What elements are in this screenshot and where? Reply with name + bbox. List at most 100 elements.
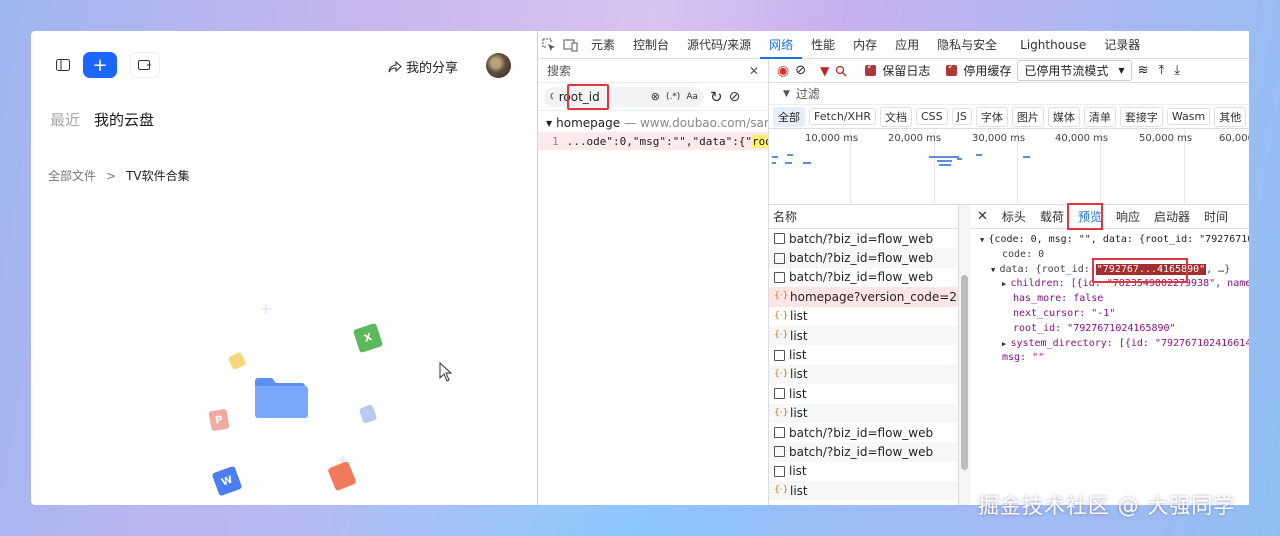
json-system-dir-line[interactable]: ▶ system_directory: [{id: "7927671024166…: [970, 337, 1249, 352]
preserve-log-checkbox[interactable]: [865, 62, 877, 76]
tab-preview[interactable]: 预览: [1066, 203, 1109, 230]
upload-icon[interactable]: ⤒: [1158, 63, 1164, 78]
json-next-cursor-line: next_cursor: "-1": [1013, 307, 1116, 319]
tab-timing[interactable]: 时间: [1197, 208, 1235, 225]
request-name: list: [789, 464, 807, 479]
type-filter-css[interactable]: CSS: [915, 108, 948, 125]
inspect-element-icon[interactable]: [538, 31, 560, 59]
type-filter-bar: 全部 Fetch/XHR 文档 CSS JS 字体 图片 媒体 清单 套接字 W…: [769, 105, 1249, 129]
request-row[interactable]: {·} homepage?version_code=20...: [769, 287, 958, 307]
tab-performance[interactable]: 性能: [802, 31, 844, 59]
refresh-icon[interactable]: ↻: [710, 88, 723, 106]
type-filter-doc[interactable]: 文档: [879, 106, 912, 127]
type-filter-js[interactable]: JS: [951, 108, 972, 125]
tab-headers[interactable]: 标头: [995, 208, 1033, 225]
document-file-icon: [774, 465, 785, 477]
chevron-down-icon: ▼: [1118, 66, 1125, 75]
sidebar-icon: [56, 59, 70, 71]
match-case-toggle[interactable]: Aa: [686, 92, 698, 102]
tab-lighthouse[interactable]: Lighthouse: [1006, 31, 1095, 59]
add-button[interactable]: +: [83, 52, 117, 78]
request-row[interactable]: {·} list: [769, 325, 958, 346]
json-msg-line: msg: "": [1002, 352, 1045, 364]
tab-initiator[interactable]: 启动器: [1147, 208, 1197, 225]
filter-icon[interactable]: ▼: [820, 64, 829, 78]
tab-network[interactable]: 网络: [760, 31, 803, 59]
tab-application[interactable]: 应用: [886, 31, 928, 59]
my-share-button[interactable]: 我的分享: [388, 57, 458, 76]
json-file-icon: {·}: [774, 368, 789, 379]
request-row[interactable]: batch/?biz_id=flow_web: [769, 442, 958, 462]
tab-recorder[interactable]: 记录器: [1095, 31, 1149, 59]
tab-console[interactable]: 控制台: [624, 31, 678, 59]
type-filter-other[interactable]: 其他: [1214, 106, 1247, 127]
json-has-more-line: has_more: false: [1013, 293, 1104, 305]
breadcrumb-root[interactable]: 全部文件: [48, 167, 96, 184]
wifi-icon[interactable]: ≋: [1138, 63, 1149, 78]
network-timeline[interactable]: 10,000 ms 20,000 ms 30,000 ms 40,000 ms …: [769, 129, 1249, 205]
request-row[interactable]: {·} list: [769, 481, 958, 501]
download-icon[interactable]: ⤓: [1174, 63, 1180, 78]
tab-sources[interactable]: 源代码/来源: [678, 31, 760, 59]
breadcrumb: 全部文件 > TV软件合集: [48, 167, 190, 184]
request-name: list: [789, 348, 807, 363]
request-row[interactable]: {·} list: [769, 403, 958, 423]
search-network-icon[interactable]: [835, 65, 847, 77]
ppt-file-icon: P: [208, 408, 230, 432]
tab-privacy-security[interactable]: 隐私与安全: [928, 31, 1006, 59]
document-file-icon: [774, 388, 785, 400]
type-filter-manifest[interactable]: 清单: [1083, 106, 1116, 127]
type-filter-wasm[interactable]: Wasm: [1166, 108, 1211, 125]
tab-recent[interactable]: 最近: [50, 109, 80, 130]
tab-memory[interactable]: 内存: [844, 31, 886, 59]
request-row[interactable]: batch/?biz_id=flow_web: [769, 268, 958, 287]
new-folder-button[interactable]: [130, 52, 160, 78]
json-file-icon: {·}: [774, 291, 789, 302]
tab-elements[interactable]: 元素: [582, 31, 624, 59]
device-toolbar-icon[interactable]: [560, 31, 582, 59]
document-file-icon: [774, 271, 785, 283]
request-list-scrollbar[interactable]: [959, 205, 970, 505]
type-filter-socket[interactable]: 套接字: [1119, 106, 1163, 127]
filter-input[interactable]: 过滤: [796, 85, 820, 102]
request-name: list: [790, 309, 808, 324]
type-filter-all[interactable]: 全部: [773, 106, 805, 127]
record-icon[interactable]: ◉: [777, 63, 789, 79]
request-row[interactable]: {·} list: [769, 364, 958, 385]
regex-toggle[interactable]: (.*): [666, 92, 680, 102]
type-filter-img[interactable]: 图片: [1011, 106, 1044, 127]
clear-log-icon[interactable]: ⊘: [795, 63, 806, 78]
type-filter-fetch-xhr[interactable]: Fetch/XHR: [809, 108, 876, 125]
request-row[interactable]: {·} list: [769, 307, 958, 326]
search-result-line[interactable]: 1 ...ode":0,"msg":"","data":{"root_id":"…: [538, 132, 768, 150]
json-root-line[interactable]: ▼ {code: 0, msg: "", data: {root_id: "79…: [970, 233, 1249, 248]
type-filter-media[interactable]: 媒体: [1047, 106, 1080, 127]
disable-cache-checkbox[interactable]: [946, 62, 958, 76]
clear-icon[interactable]: ⊘: [729, 89, 741, 105]
throttle-select[interactable]: 已停用节流模式 ▼: [1017, 60, 1132, 81]
type-filter-font[interactable]: 字体: [975, 106, 1008, 127]
sidebar-toggle-button[interactable]: [48, 52, 78, 78]
request-row[interactable]: batch/?biz_id=flow_web: [769, 248, 958, 268]
request-row[interactable]: batch/?biz_id=flow_web: [769, 423, 958, 442]
request-row[interactable]: list: [769, 384, 958, 403]
close-detail-icon[interactable]: ✕: [970, 209, 995, 224]
timeline-bar: [929, 156, 959, 158]
request-row[interactable]: list: [769, 462, 958, 481]
timeline-label: 60,000: [1219, 133, 1249, 144]
json-data-line[interactable]: ▼ data: {root_id: "792767...4165890", …}: [970, 257, 1249, 283]
tab-payload[interactable]: 载荷: [1033, 208, 1071, 225]
name-column-header[interactable]: 名称: [769, 205, 958, 229]
request-row[interactable]: batch/?biz_id=flow_web: [769, 229, 958, 248]
timeline-bar: [939, 164, 951, 166]
search-result-file[interactable]: ▼ homepage — www.doubao.com/sama...: [538, 114, 768, 132]
close-icon[interactable]: ✕: [749, 64, 759, 78]
clear-search-icon[interactable]: ⊗: [651, 90, 660, 103]
tab-response[interactable]: 响应: [1109, 208, 1147, 225]
tab-my-drive[interactable]: 我的云盘: [94, 109, 154, 130]
scrollbar-thumb[interactable]: [961, 275, 968, 470]
request-row[interactable]: list: [769, 345, 958, 364]
avatar[interactable]: [486, 53, 511, 78]
timeline-label: 40,000 ms: [1055, 133, 1109, 144]
search-panel: 搜索 ✕ ⊗ (.*) Aa ↻ ⊘ ▼ homepage — www.doub…: [538, 59, 769, 505]
